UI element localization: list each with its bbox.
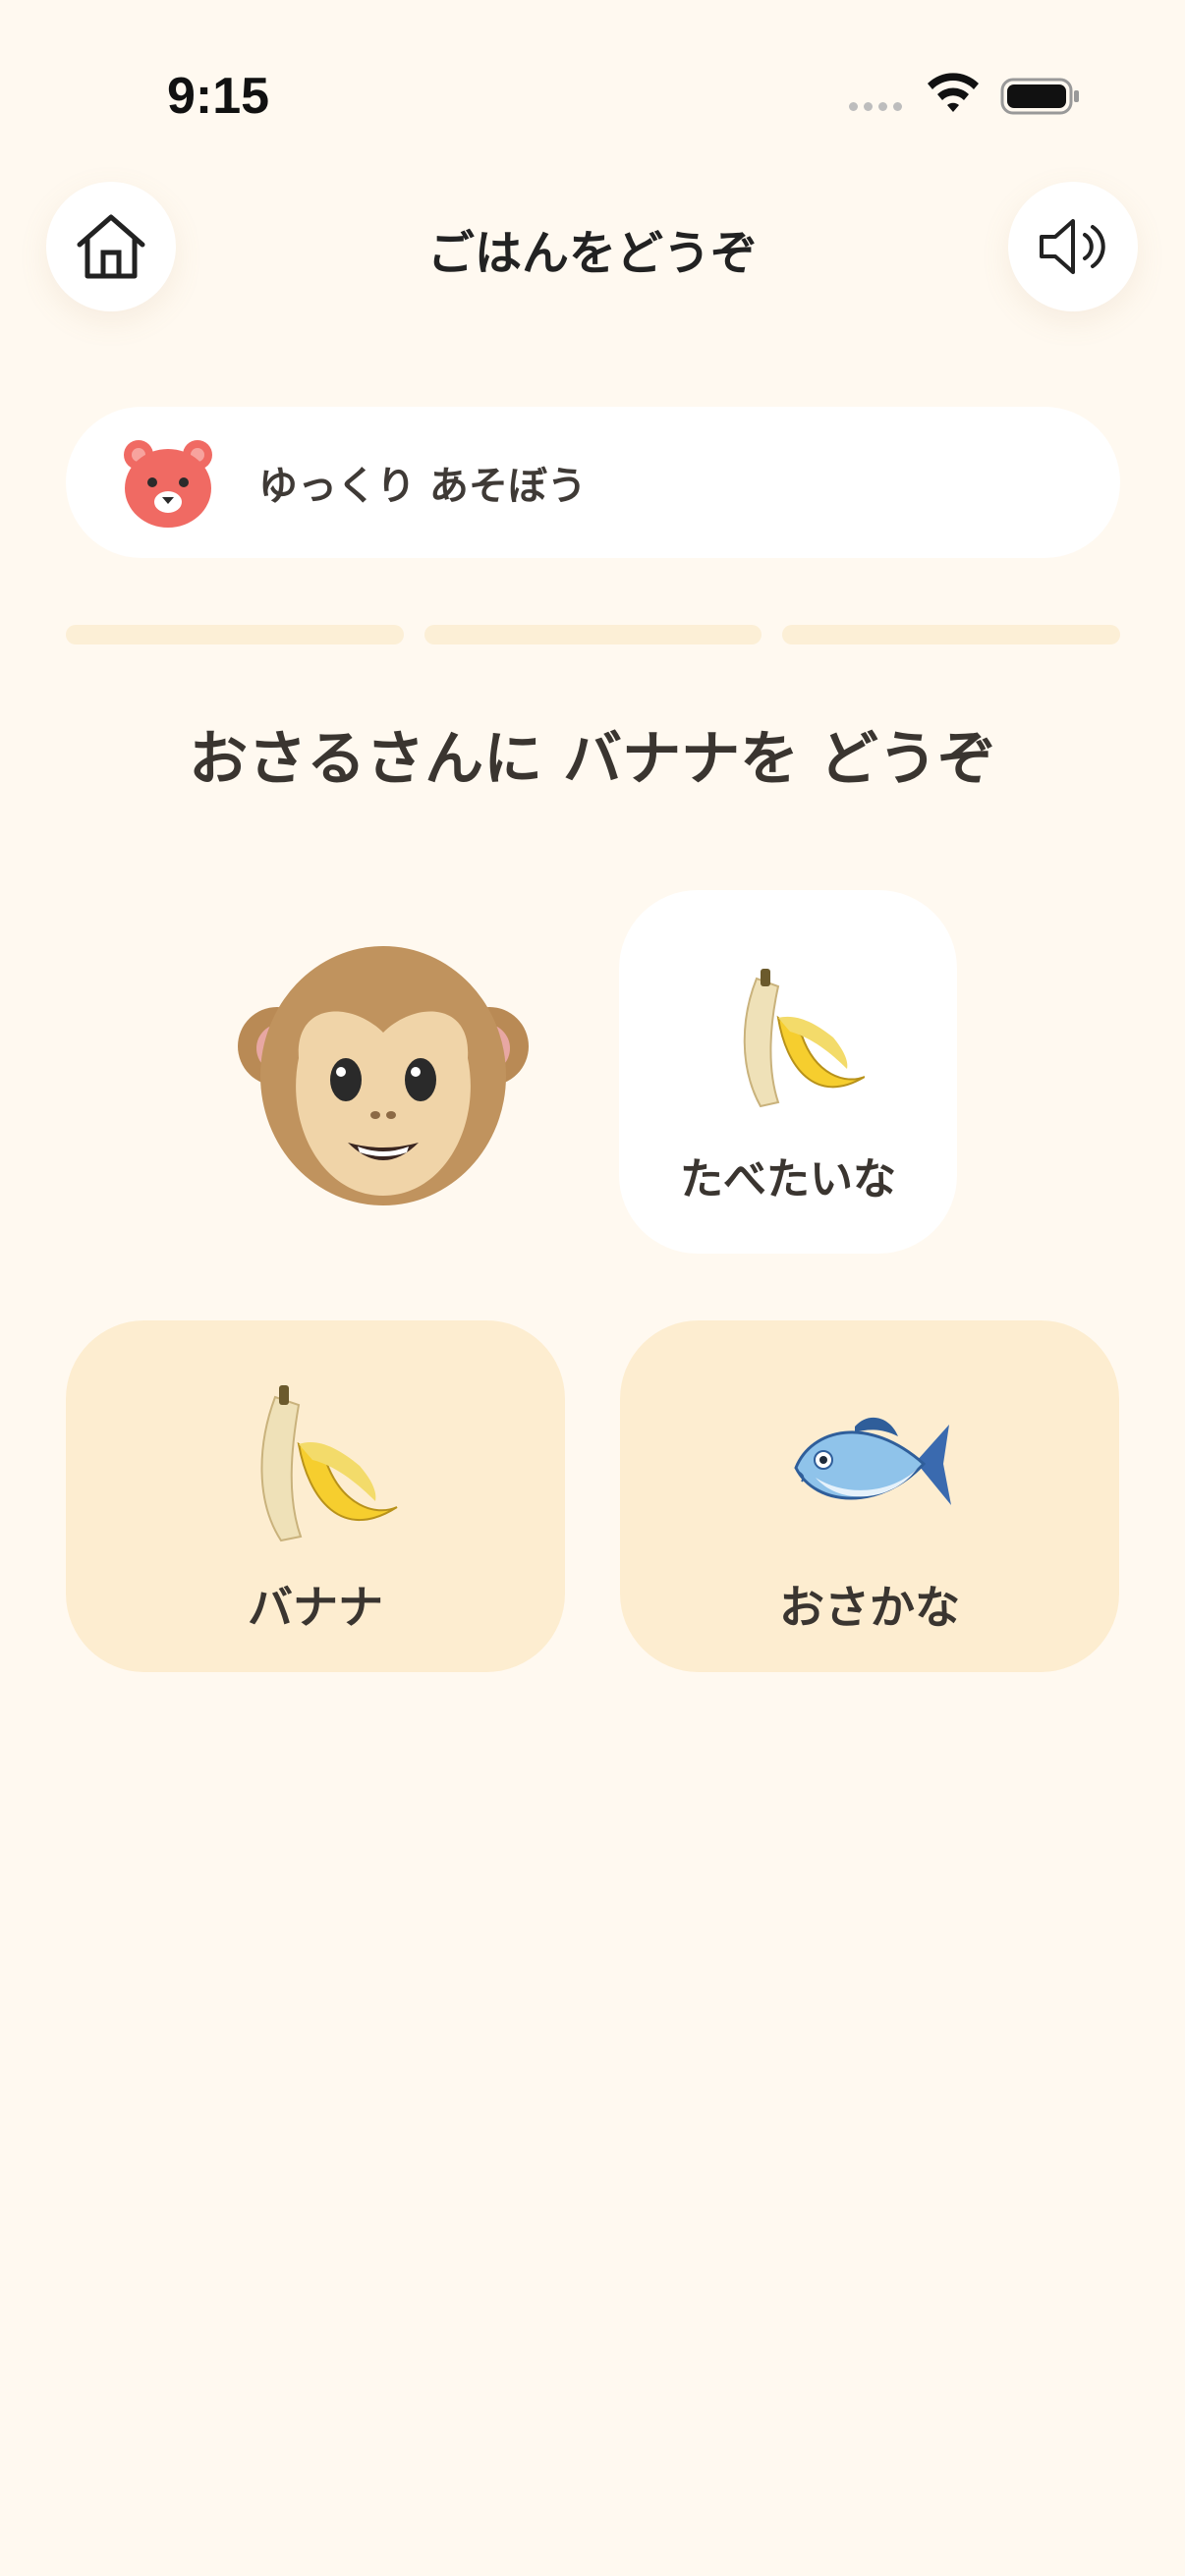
mode-pill[interactable]: ゆっくり あそぼう xyxy=(66,407,1120,558)
progress-segment xyxy=(423,625,762,644)
banana-icon xyxy=(260,1385,398,1542)
sound-button[interactable] xyxy=(1008,182,1138,311)
signal-dots-icon xyxy=(849,102,902,111)
fish-icon xyxy=(794,1417,951,1505)
choice-label: バナナ xyxy=(248,1581,383,1634)
status-time: 9:15 xyxy=(167,68,270,125)
choice-card-banana[interactable]: バナナ xyxy=(66,1320,565,1672)
banana-icon xyxy=(743,969,865,1108)
mode-label: ゆっくり あそぼう xyxy=(258,464,587,509)
speech-label: たべたいな xyxy=(680,1154,896,1204)
progress-bar xyxy=(66,625,1121,644)
battery-icon xyxy=(1000,78,1079,115)
monkey-face-icon xyxy=(238,946,529,1205)
question-text: おさるさんに バナナを どうぞ xyxy=(189,725,996,794)
choice-label: おさかな xyxy=(779,1581,960,1634)
choice-card-fish[interactable]: おさかな xyxy=(620,1320,1119,1672)
bear-face-icon xyxy=(124,440,212,528)
wifi-icon xyxy=(928,73,979,112)
progress-segment xyxy=(782,625,1121,644)
speech-card: たべたいな xyxy=(619,890,957,1254)
progress-segment xyxy=(66,625,404,644)
speaker-icon xyxy=(1040,219,1105,274)
